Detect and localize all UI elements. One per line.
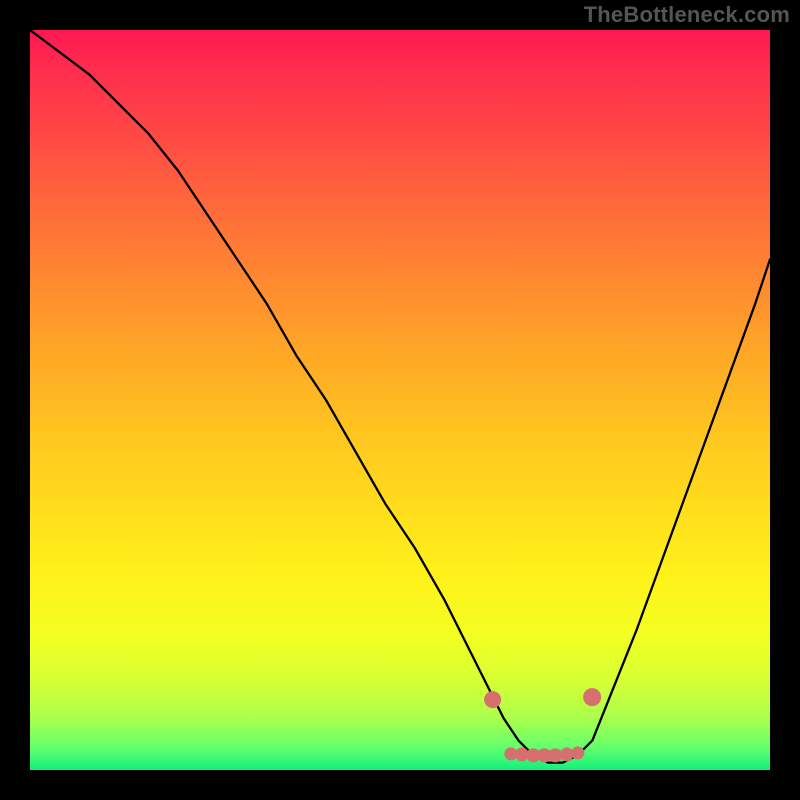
marker-dot (584, 689, 602, 707)
marker-dot (571, 746, 584, 759)
plot-area (30, 30, 770, 770)
watermark-text: TheBottleneck.com (584, 2, 790, 28)
chart-stage: TheBottleneck.com (0, 0, 800, 800)
marker-dots-layer (30, 30, 770, 770)
marker-dot (484, 691, 502, 709)
